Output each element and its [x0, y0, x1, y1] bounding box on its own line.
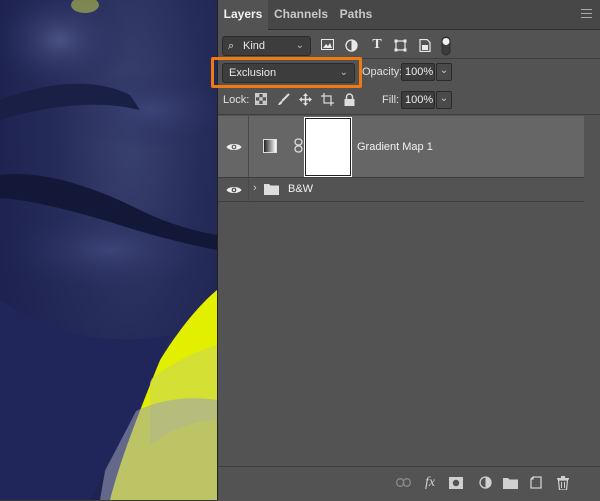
- layer-row-gradient-map[interactable]: Gradient Map 1: [218, 116, 584, 177]
- canvas-image: [0, 0, 217, 500]
- new-group-folder-icon[interactable]: [502, 475, 518, 491]
- tab-channels[interactable]: Channels: [270, 0, 332, 29]
- lock-artboard-icon[interactable]: [320, 93, 334, 107]
- tab-layers[interactable]: Layers: [218, 0, 268, 30]
- visibility-cell[interactable]: [218, 178, 249, 201]
- adjustment-filter-icon[interactable]: [344, 39, 358, 53]
- document-canvas[interactable]: [0, 0, 217, 500]
- shape-filter-icon[interactable]: [393, 39, 407, 53]
- new-layer-icon[interactable]: [528, 475, 544, 491]
- opacity-label: Opacity:: [362, 66, 403, 78]
- layer-separator: [218, 201, 584, 202]
- link-layers-icon[interactable]: [395, 475, 411, 491]
- layers-bottom-toolbar: fx: [218, 466, 600, 501]
- type-filter-icon[interactable]: T: [370, 38, 384, 52]
- search-icon: ⌕: [228, 40, 235, 52]
- panel-tab-bar: Layers Channels Paths: [218, 0, 600, 30]
- eye-icon[interactable]: [226, 142, 242, 152]
- blend-mode-annotation-box: [211, 57, 362, 88]
- lock-separator: [218, 114, 600, 115]
- gradient-map-adjustment-icon: [263, 139, 277, 153]
- opacity-dropdown-button[interactable]: ⌄: [436, 63, 452, 81]
- filter-kind-select[interactable]: ⌕ Kind ⌄: [222, 36, 311, 56]
- lock-all-icon[interactable]: [342, 93, 356, 107]
- tab-paths[interactable]: Paths: [334, 0, 378, 29]
- layer-name[interactable]: B&W: [288, 183, 313, 195]
- opacity-input[interactable]: 100%: [401, 63, 435, 81]
- link-chain-icon[interactable]: [294, 138, 303, 153]
- folder-icon: [264, 183, 279, 195]
- add-mask-icon[interactable]: [448, 475, 464, 491]
- lock-transparent-pixels-icon[interactable]: [254, 93, 268, 107]
- lock-image-pixels-icon[interactable]: [276, 93, 290, 107]
- lock-label: Lock:: [223, 94, 250, 106]
- lock-position-icon[interactable]: [298, 93, 312, 107]
- layers-scrollbar[interactable]: [584, 116, 600, 466]
- layer-name[interactable]: Gradient Map 1: [357, 141, 433, 153]
- chevron-down-icon: ⌄: [439, 93, 449, 104]
- panel-menu-icon[interactable]: [581, 9, 592, 18]
- smart-object-filter-icon[interactable]: [418, 38, 432, 53]
- filter-kind-label: Kind: [243, 40, 266, 52]
- chevron-down-icon: ⌄: [439, 65, 449, 76]
- layer-mask-thumbnail[interactable]: [306, 119, 350, 175]
- chevron-down-icon: ⌄: [295, 40, 304, 51]
- fill-label: Fill:: [382, 94, 400, 106]
- layer-row-bw-group[interactable]: › B&W: [218, 178, 584, 201]
- fill-input[interactable]: 100%: [401, 91, 435, 109]
- image-filter-icon[interactable]: [320, 39, 334, 53]
- delete-layer-trash-icon[interactable]: [555, 475, 571, 491]
- eye-icon[interactable]: [226, 185, 242, 195]
- chevron-right-icon[interactable]: ›: [253, 182, 257, 194]
- visibility-cell[interactable]: [218, 116, 249, 177]
- layer-style-fx-icon[interactable]: fx: [422, 475, 438, 491]
- new-adjustment-layer-icon[interactable]: [477, 475, 493, 491]
- filter-toggle-icon[interactable]: [441, 36, 451, 56]
- fill-dropdown-button[interactable]: ⌄: [436, 91, 452, 109]
